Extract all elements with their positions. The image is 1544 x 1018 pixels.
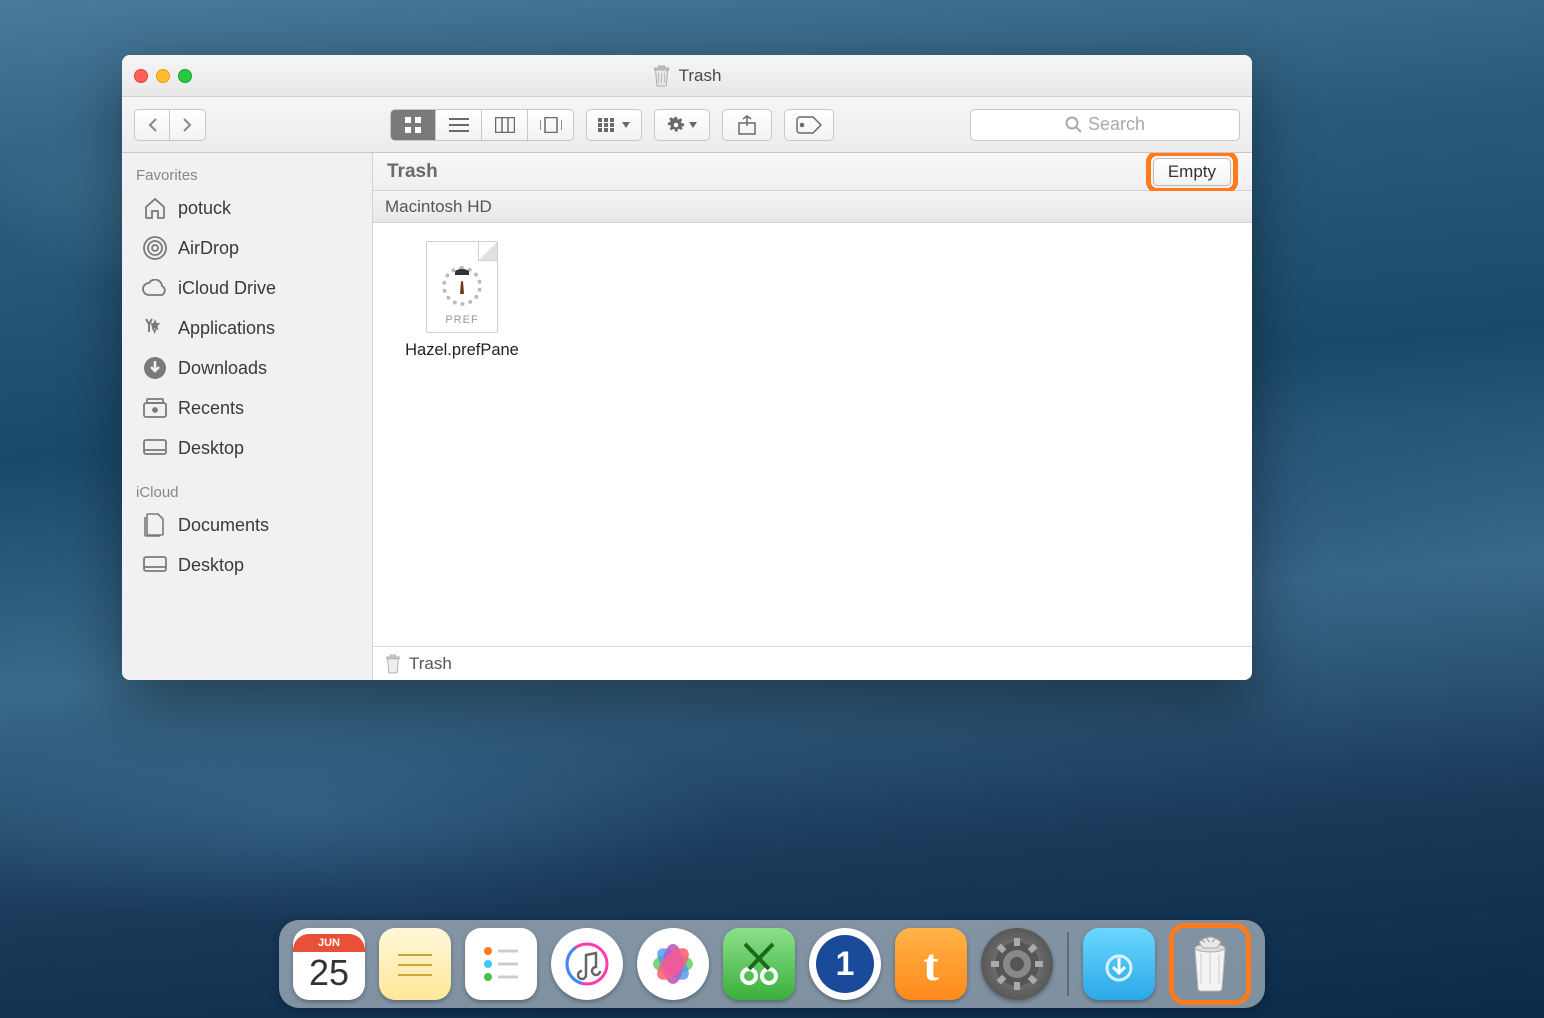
nav-buttons bbox=[134, 109, 206, 141]
search-icon bbox=[1065, 116, 1082, 133]
tumblr-glyph: t bbox=[923, 938, 938, 991]
content-area: Trash Empty Macintosh HD PREF Hazel.pref… bbox=[373, 153, 1252, 680]
path-label: Trash bbox=[409, 654, 452, 674]
minimize-button[interactable] bbox=[156, 69, 170, 83]
prefpane-icon: PREF bbox=[426, 241, 498, 333]
cloud-icon bbox=[142, 275, 168, 301]
sidebar-item-documents[interactable]: Documents bbox=[122, 505, 372, 545]
titlebar[interactable]: Trash bbox=[122, 55, 1252, 97]
sidebar-item-label: Recents bbox=[178, 398, 244, 419]
gallery-view-button[interactable] bbox=[528, 109, 574, 141]
empty-trash-button[interactable]: Empty bbox=[1153, 158, 1231, 186]
sidebar-header-icloud: iCloud bbox=[122, 478, 372, 505]
path-bar[interactable]: Trash bbox=[373, 646, 1252, 680]
search-field[interactable]: Search bbox=[970, 109, 1240, 141]
airdrop-icon bbox=[142, 235, 168, 261]
sidebar-item-label: AirDrop bbox=[178, 238, 239, 259]
dock-notes[interactable] bbox=[379, 928, 451, 1000]
dock-1password[interactable]: 1 bbox=[809, 928, 881, 1000]
dock-photos[interactable] bbox=[637, 928, 709, 1000]
back-button[interactable] bbox=[134, 109, 170, 141]
dock-screenshot[interactable] bbox=[723, 928, 795, 1000]
dock-reminders[interactable] bbox=[465, 928, 537, 1000]
sidebar-item-recents[interactable]: Recents bbox=[122, 388, 372, 428]
dock-tumblr[interactable]: t bbox=[895, 928, 967, 1000]
forward-button[interactable] bbox=[170, 109, 206, 141]
column-view-button[interactable] bbox=[482, 109, 528, 141]
file-name: Hazel.prefPane bbox=[405, 341, 519, 360]
window-title-text: Trash bbox=[679, 66, 722, 86]
dock-downloads[interactable] bbox=[1083, 928, 1155, 1000]
sidebar-item-label: Applications bbox=[178, 318, 275, 339]
share-button[interactable] bbox=[722, 109, 772, 141]
sidebar-item-label: iCloud Drive bbox=[178, 278, 276, 299]
icon-view-button[interactable] bbox=[390, 109, 436, 141]
dock-trash[interactable] bbox=[1176, 930, 1244, 998]
sidebar-item-desktop-icloud[interactable]: Desktop bbox=[122, 545, 372, 585]
dock-separator bbox=[1067, 932, 1069, 996]
finder-window: Trash bbox=[122, 55, 1252, 680]
home-icon bbox=[142, 195, 168, 221]
dock: JUN 25 1 t bbox=[279, 920, 1265, 1008]
trash-icon bbox=[653, 65, 671, 87]
sidebar-item-airdrop[interactable]: AirDrop bbox=[122, 228, 372, 268]
sidebar-item-potuck[interactable]: potuck bbox=[122, 188, 372, 228]
documents-icon bbox=[142, 512, 168, 538]
sidebar-item-label: Downloads bbox=[178, 358, 267, 379]
dock-system-preferences[interactable] bbox=[981, 928, 1053, 1000]
sidebar-item-label: Documents bbox=[178, 515, 269, 536]
volume-name: Macintosh HD bbox=[385, 197, 492, 217]
file-item[interactable]: PREF Hazel.prefPane bbox=[387, 241, 537, 360]
annotation-highlight-trash bbox=[1169, 923, 1251, 1005]
calendar-day: 25 bbox=[309, 952, 349, 994]
sidebar-item-label: Desktop bbox=[178, 555, 244, 576]
window-title: Trash bbox=[653, 65, 722, 87]
search-placeholder: Search bbox=[1088, 114, 1145, 135]
onepassword-glyph: 1 bbox=[816, 935, 874, 993]
annotation-highlight: Empty bbox=[1146, 153, 1238, 193]
items-area[interactable]: PREF Hazel.prefPane bbox=[373, 223, 1252, 646]
volume-header: Macintosh HD bbox=[373, 191, 1252, 223]
sidebar-item-downloads[interactable]: Downloads bbox=[122, 348, 372, 388]
dock-calendar[interactable]: JUN 25 bbox=[293, 928, 365, 1000]
sidebar-item-label: potuck bbox=[178, 198, 231, 219]
applications-icon bbox=[142, 315, 168, 341]
window-controls bbox=[134, 69, 192, 83]
sidebar-item-desktop[interactable]: Desktop bbox=[122, 428, 372, 468]
calendar-month: JUN bbox=[293, 934, 365, 952]
trash-icon bbox=[385, 654, 401, 674]
location-label: Trash bbox=[387, 161, 438, 183]
location-bar: Trash Empty bbox=[373, 153, 1252, 191]
sidebar-item-applications[interactable]: Applications bbox=[122, 308, 372, 348]
downloads-icon bbox=[142, 355, 168, 381]
recents-icon bbox=[142, 395, 168, 421]
dock-music[interactable] bbox=[551, 928, 623, 1000]
sidebar: Favorites potuck AirDrop iCloud Drive Ap… bbox=[122, 153, 373, 680]
desktop-icon bbox=[142, 552, 168, 578]
sidebar-header-favorites: Favorites bbox=[122, 161, 372, 188]
action-menu-button[interactable] bbox=[654, 109, 710, 141]
sidebar-item-label: Desktop bbox=[178, 438, 244, 459]
view-switcher bbox=[390, 109, 574, 141]
tags-button[interactable] bbox=[784, 109, 834, 141]
group-button[interactable] bbox=[586, 109, 642, 141]
desktop-icon bbox=[142, 435, 168, 461]
list-view-button[interactable] bbox=[436, 109, 482, 141]
sidebar-item-icloud-drive[interactable]: iCloud Drive bbox=[122, 268, 372, 308]
close-button[interactable] bbox=[134, 69, 148, 83]
maximize-button[interactable] bbox=[178, 69, 192, 83]
toolbar: Search bbox=[122, 97, 1252, 153]
file-badge: PREF bbox=[445, 314, 478, 326]
